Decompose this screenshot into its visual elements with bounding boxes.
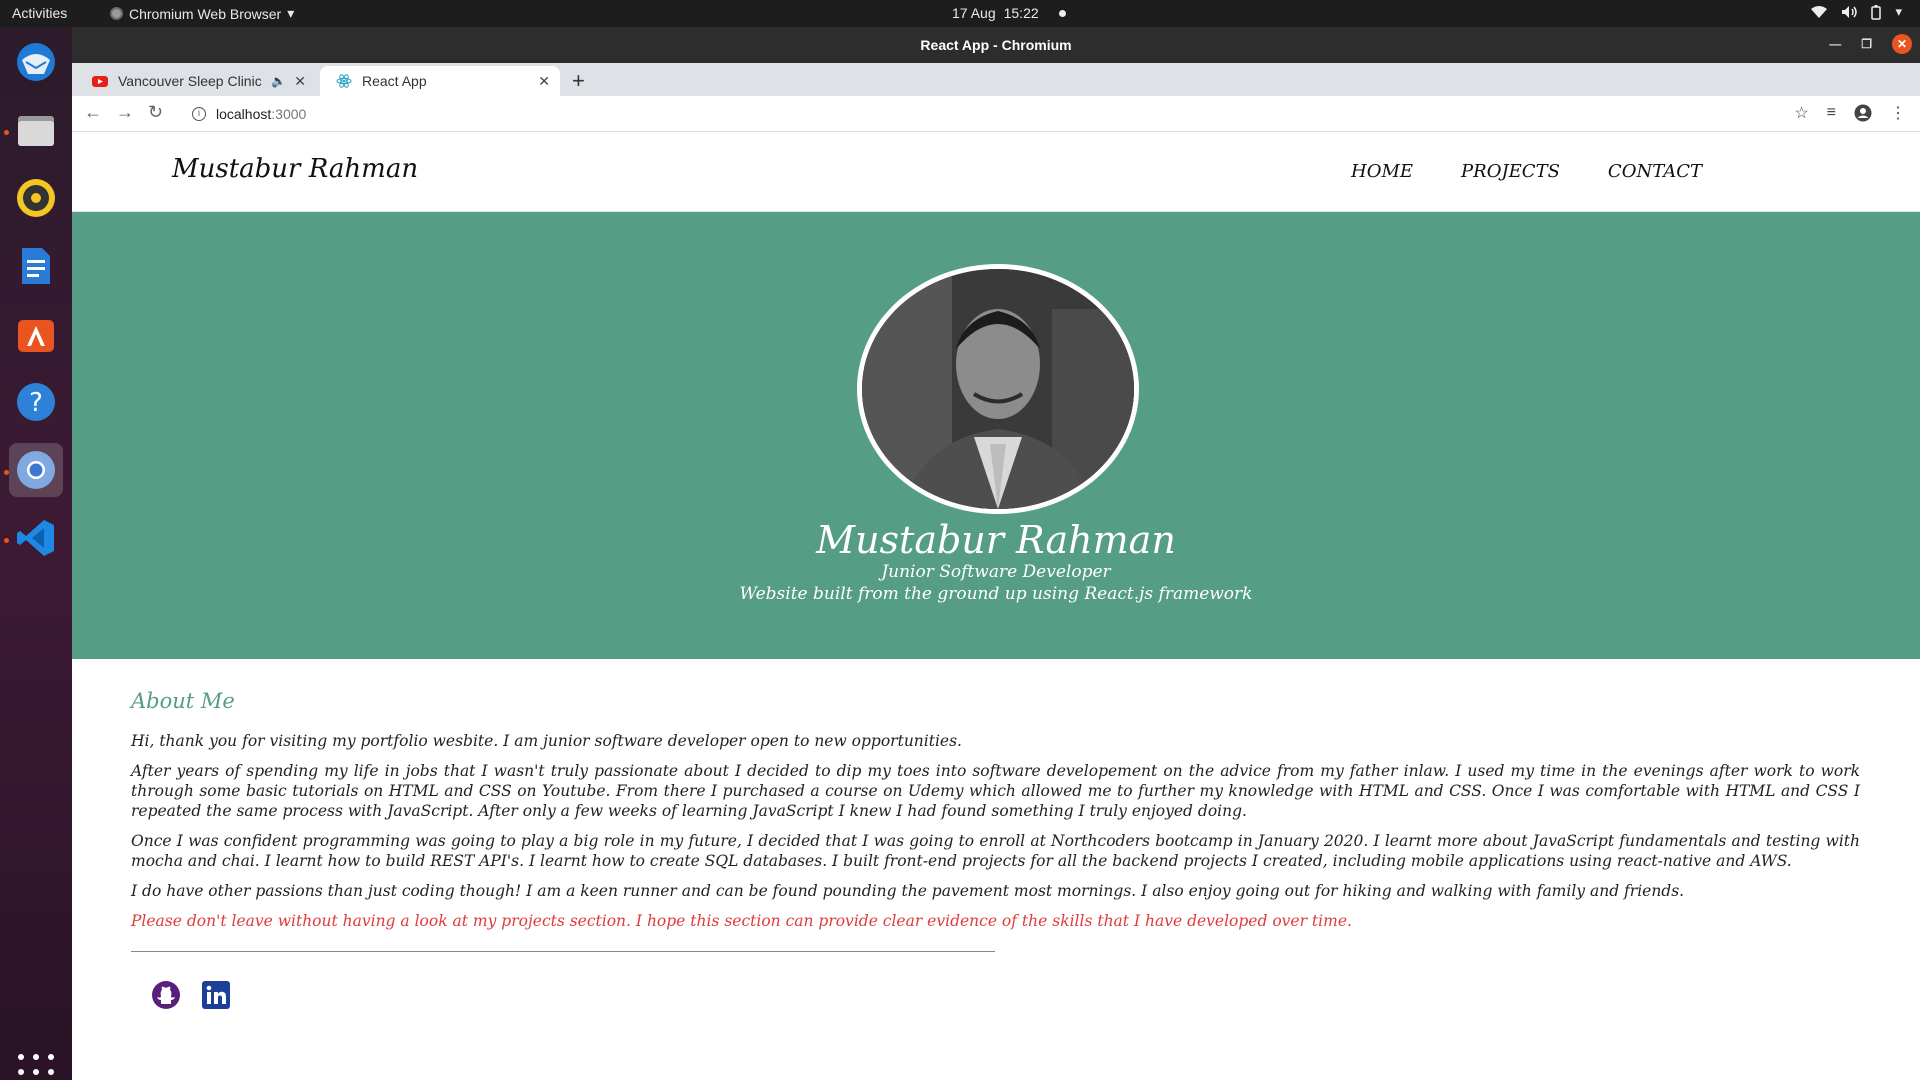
tab-close-icon[interactable]: ✕ — [294, 73, 306, 90]
site-brand[interactable]: Mustabur Rahman — [172, 154, 418, 184]
new-tab-icon[interactable]: + — [572, 68, 585, 94]
system-top-bar: Activities Chromium Web Browser ▾ 17 Aug… — [0, 0, 1920, 27]
wifi-icon — [1811, 6, 1828, 18]
nav-link-contact[interactable]: CONTACT — [1608, 161, 1702, 182]
window-controls: — ❐ ✕ — [1829, 34, 1912, 54]
window-titlebar: React App - Chromium — ❐ ✕ — [72, 27, 1920, 63]
tab-strip: Vancouver Sleep Clinic 🔈 ✕ React App ✕ + — [72, 63, 1920, 96]
tab-label: Vancouver Sleep Clinic — [118, 73, 262, 89]
about-section: About Me Hi, thank you for visiting my p… — [72, 659, 1920, 1010]
clock-date: 17 Aug — [952, 5, 996, 21]
youtube-icon — [92, 76, 108, 87]
minimize-icon[interactable]: — — [1829, 37, 1841, 51]
close-window-icon[interactable]: ✕ — [1892, 34, 1912, 54]
menu-kebab-icon[interactable]: ⋮ — [1890, 103, 1906, 123]
address-bar[interactable]: i localhost:3000 — [180, 99, 1865, 128]
tab-close-icon[interactable]: ✕ — [538, 73, 550, 90]
site-info-icon[interactable]: i — [192, 106, 206, 121]
reload-icon[interactable]: ↻ — [148, 102, 163, 123]
system-menu-chevron-icon: ▾ — [1895, 4, 1902, 19]
back-icon[interactable]: ← — [84, 102, 102, 123]
about-paragraph: Hi, thank you for visiting my portfolio … — [131, 732, 962, 750]
ubuntu-software-icon[interactable] — [9, 307, 63, 361]
toolbar-actions: ☆ ≡ ⋮ — [1794, 103, 1906, 123]
bookmark-star-icon[interactable]: ☆ — [1794, 103, 1808, 123]
profile-icon[interactable] — [1854, 104, 1872, 122]
media-control-icon[interactable]: ≡ — [1827, 104, 1836, 122]
window-title: React App - Chromium — [920, 37, 1072, 53]
system-tray[interactable]: ▾ — [1811, 4, 1902, 20]
profile-photo — [857, 264, 1139, 514]
tab-react-app[interactable]: React App ✕ — [320, 66, 560, 96]
libreoffice-writer-icon[interactable] — [9, 239, 63, 293]
vscode-icon[interactable] — [9, 511, 63, 565]
chromium-dock-icon[interactable] — [9, 443, 63, 497]
restore-icon[interactable]: ❐ — [1861, 37, 1872, 51]
browser-toolbar: ← → ↻ i localhost:3000 ☆ ≡ ⋮ — [72, 96, 1920, 132]
browser-window: React App - Chromium — ❐ ✕ Vancouver Sle… — [72, 27, 1920, 1080]
clock-time: 15:22 — [1003, 5, 1039, 21]
app-menu-label: Chromium Web Browser — [129, 5, 282, 22]
about-paragraph: After years of spending my life in jobs … — [131, 762, 1860, 820]
thunderbird-icon[interactable] — [9, 35, 63, 89]
url-host: localhost — [216, 105, 272, 122]
help-icon[interactable]: ? — [9, 375, 63, 429]
github-icon[interactable] — [151, 980, 181, 1010]
svg-text:?: ? — [29, 388, 43, 418]
battery-icon — [1871, 4, 1882, 20]
about-paragraph: I do have other passions than just codin… — [131, 882, 1685, 900]
recording-indicator-icon — [1058, 9, 1066, 17]
url-port: :3000 — [271, 105, 307, 122]
hero-role: Junior Software Developer — [881, 562, 1111, 582]
activities-button[interactable]: Activities — [12, 5, 67, 21]
tab-vancouver-sleep-clinic[interactable]: Vancouver Sleep Clinic 🔈 ✕ — [76, 66, 316, 96]
linkedin-icon[interactable] — [201, 980, 231, 1010]
hero-section: Mustabur Rahman Junior Software Develope… — [72, 212, 1920, 659]
files-icon[interactable] — [9, 103, 63, 157]
dock: ? — [0, 27, 72, 1080]
site-menu: HOME PROJECTS CONTACT — [1351, 161, 1702, 182]
divider — [131, 951, 995, 952]
nav-link-home[interactable]: HOME — [1351, 161, 1413, 182]
show-applications-icon[interactable] — [18, 1054, 54, 1080]
react-icon — [336, 74, 352, 88]
social-links — [151, 980, 1860, 1010]
volume-icon — [1842, 6, 1858, 18]
forward-icon[interactable]: → — [116, 102, 134, 123]
clock[interactable]: 17 Aug 15:22 — [952, 5, 1066, 21]
hero-name: Mustabur Rahman — [816, 518, 1176, 562]
tab-label: React App — [362, 73, 427, 89]
chromium-icon — [110, 7, 123, 20]
about-paragraph: Once I was confident programming was goi… — [131, 832, 1860, 870]
nav-link-projects[interactable]: PROJECTS — [1461, 161, 1560, 182]
about-heading: About Me — [131, 689, 235, 713]
app-menu[interactable]: Chromium Web Browser ▾ — [110, 5, 294, 22]
chevron-down-icon: ▾ — [287, 5, 295, 21]
hero-description: Website built from the ground up using R… — [739, 584, 1253, 604]
rhythmbox-icon[interactable] — [9, 171, 63, 225]
site-navbar: Mustabur Rahman HOME PROJECTS CONTACT — [72, 132, 1920, 212]
web-page: Mustabur Rahman HOME PROJECTS CONTACT Mu… — [72, 132, 1920, 1080]
projects-note: Please don't leave without having a look… — [131, 912, 1352, 930]
audio-playing-icon[interactable]: 🔈 — [271, 74, 286, 88]
